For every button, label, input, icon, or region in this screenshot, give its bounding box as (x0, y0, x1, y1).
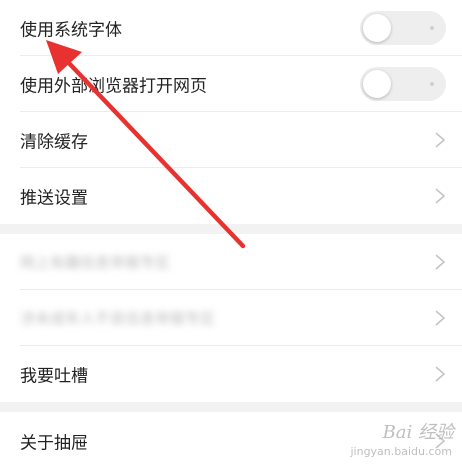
annotation-arrow-icon (46, 40, 246, 249)
settings-screen: 使用系统字体 使用外部浏览器打开网页 清除缓存 推送设置 网上有趣信息举报专区 … (0, 0, 462, 464)
